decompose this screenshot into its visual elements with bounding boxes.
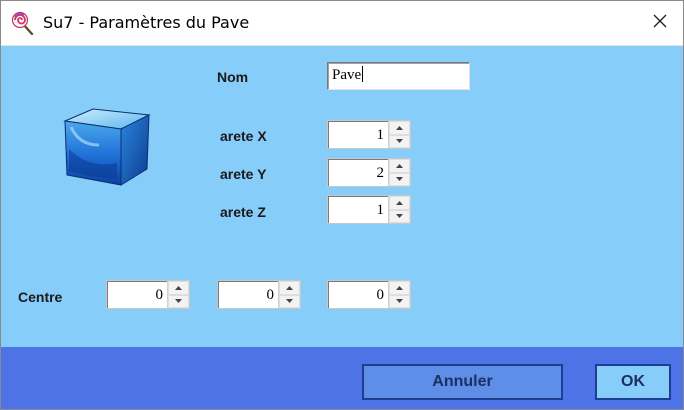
chevron-up-icon xyxy=(396,285,403,290)
chevron-up-icon xyxy=(396,125,403,130)
chevron-up-icon xyxy=(396,163,403,168)
name-label: Nom xyxy=(217,69,249,85)
chevron-down-icon xyxy=(396,299,403,304)
center-z-value[interactable]: 0 xyxy=(328,281,388,308)
cube-3d-icon xyxy=(59,105,155,189)
dimension-label-y: arete Y xyxy=(220,166,267,182)
chevron-up-icon xyxy=(396,200,403,205)
spin-up-button[interactable] xyxy=(389,196,410,210)
chevron-down-icon xyxy=(175,299,182,304)
dimension-label-x: arete X xyxy=(220,128,267,144)
center-y-spinbox[interactable]: 0 xyxy=(217,280,301,309)
spin-down-button[interactable] xyxy=(279,294,300,308)
text-caret xyxy=(362,66,364,82)
close-button[interactable] xyxy=(637,1,683,45)
center-x-value[interactable]: 0 xyxy=(107,281,167,308)
chevron-down-icon xyxy=(286,299,293,304)
spin-up-button[interactable] xyxy=(389,121,410,135)
dimension-x-spinbox[interactable]: 1 xyxy=(327,120,411,149)
cancel-button[interactable]: Annuler xyxy=(362,364,563,400)
ok-button[interactable]: OK xyxy=(595,364,671,400)
chevron-down-icon xyxy=(396,177,403,182)
chevron-up-icon xyxy=(286,285,293,290)
center-label: Centre xyxy=(18,289,63,305)
dimension-z-value[interactable]: 1 xyxy=(328,196,388,223)
spin-down-button[interactable] xyxy=(389,294,410,308)
center-x-spinbox[interactable]: 0 xyxy=(106,280,190,309)
chevron-down-icon xyxy=(396,139,403,144)
spin-up-button[interactable] xyxy=(168,281,189,295)
close-icon xyxy=(652,13,668,34)
spin-up-button[interactable] xyxy=(279,281,300,295)
name-input-value: Pave xyxy=(332,67,362,83)
dimension-x-value[interactable]: 1 xyxy=(328,121,388,148)
dimension-z-spinbox[interactable]: 1 xyxy=(327,195,411,224)
spin-down-button[interactable] xyxy=(168,294,189,308)
dialog-window: Su7 - Paramètres du Pave Nom Pave arete … xyxy=(0,0,684,410)
spin-up-button[interactable] xyxy=(389,159,410,173)
center-z-spinbox[interactable]: 0 xyxy=(327,280,411,309)
spin-up-button[interactable] xyxy=(389,281,410,295)
center-y-value[interactable]: 0 xyxy=(218,281,278,308)
dimension-y-spinbox[interactable]: 2 xyxy=(327,158,411,187)
window-title: Su7 - Paramètres du Pave xyxy=(43,13,250,32)
name-input[interactable]: Pave xyxy=(327,62,470,90)
chevron-up-icon xyxy=(175,285,182,290)
lollipop-icon xyxy=(11,11,35,36)
spin-down-button[interactable] xyxy=(389,209,410,223)
title-bar[interactable]: Su7 - Paramètres du Pave xyxy=(1,1,683,46)
button-bar: Annuler OK xyxy=(1,347,683,409)
dimension-label-z: arete Z xyxy=(220,204,266,220)
dimension-y-value[interactable]: 2 xyxy=(328,159,388,186)
spin-down-button[interactable] xyxy=(389,134,410,148)
chevron-down-icon xyxy=(396,214,403,219)
spin-down-button[interactable] xyxy=(389,172,410,186)
